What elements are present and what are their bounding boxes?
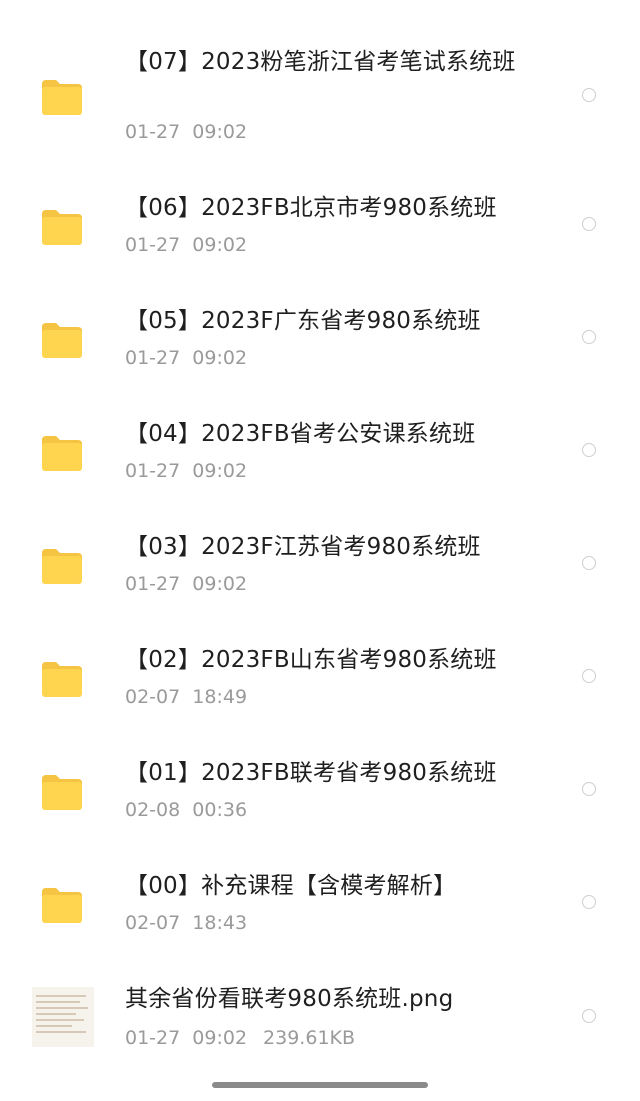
folder-icon (40, 547, 84, 585)
folder-icon (40, 208, 84, 246)
file-row[interactable]: 其余省份看联考980系统班.png 01-27 09:02 239.61KB (0, 981, 640, 1094)
folder-icon (40, 434, 84, 472)
folder-icon (40, 886, 84, 924)
file-date: 02-07 18:49 (125, 686, 248, 708)
file-date: 01-27 09:02 (125, 347, 248, 369)
folder-icon (40, 773, 84, 811)
file-name: 【01】2023FB联考省考980系统班 (125, 760, 497, 786)
file-date: 01-27 09:02 (125, 460, 248, 482)
folder-icon (40, 660, 84, 698)
file-name: 【03】2023F江苏省考980系统班 (125, 534, 481, 560)
select-radio[interactable] (582, 217, 596, 231)
file-row[interactable]: 【00】补充课程【含模考解析】 02-07 18:43 (0, 868, 640, 981)
file-row[interactable]: 【04】2023FB省考公安课系统班 01-27 09:02 (0, 416, 640, 529)
select-radio[interactable] (582, 1009, 596, 1023)
select-radio[interactable] (582, 443, 596, 457)
select-radio[interactable] (582, 782, 596, 796)
select-radio[interactable] (582, 669, 596, 683)
file-date: 01-27 09:02 (125, 234, 248, 256)
select-radio[interactable] (582, 556, 596, 570)
image-thumbnail (32, 987, 94, 1047)
file-row[interactable]: 【03】2023F江苏省考980系统班 01-27 09:02 (0, 529, 640, 642)
file-name: 其余省份看联考980系统班.png (125, 986, 454, 1012)
file-name: 【05】2023F广东省考980系统班 (125, 308, 481, 334)
file-row[interactable]: 【06】2023FB北京市考980系统班 01-27 09:02 (0, 190, 640, 303)
select-radio[interactable] (582, 88, 596, 102)
select-radio[interactable] (582, 895, 596, 909)
file-row[interactable]: 【05】2023F广东省考980系统班 01-27 09:02 (0, 303, 640, 416)
file-name: 【02】2023FB山东省考980系统班 (125, 647, 497, 673)
folder-icon (40, 78, 84, 116)
file-date: 02-07 18:43 (125, 912, 248, 934)
file-name: 【07】2023粉笔浙江省考笔试系统班 (125, 49, 516, 75)
file-row[interactable]: 【01】2023FB联考省考980系统班 02-08 00:36 (0, 755, 640, 868)
select-radio[interactable] (582, 330, 596, 344)
file-name: 【00】补充课程【含模考解析】 (125, 873, 457, 899)
home-indicator[interactable] (212, 1082, 428, 1088)
file-name: 【04】2023FB省考公安课系统班 (125, 421, 476, 447)
file-name: 【06】2023FB北京市考980系统班 (125, 195, 497, 221)
file-date: 01-27 09:02 (125, 121, 248, 143)
file-date: 01-27 09:02 (125, 573, 248, 595)
file-size: 239.61KB (263, 1027, 356, 1049)
file-date: 01-27 09:02 239.61KB (125, 1026, 355, 1050)
folder-icon (40, 321, 84, 359)
file-row[interactable]: 【07】2023粉笔浙江省考笔试系统班 01-27 09:02 (0, 44, 640, 157)
file-date-text: 01-27 09:02 (125, 1027, 248, 1049)
file-row[interactable]: 【02】2023FB山东省考980系统班 02-07 18:49 (0, 642, 640, 755)
file-date: 02-08 00:36 (125, 799, 248, 821)
